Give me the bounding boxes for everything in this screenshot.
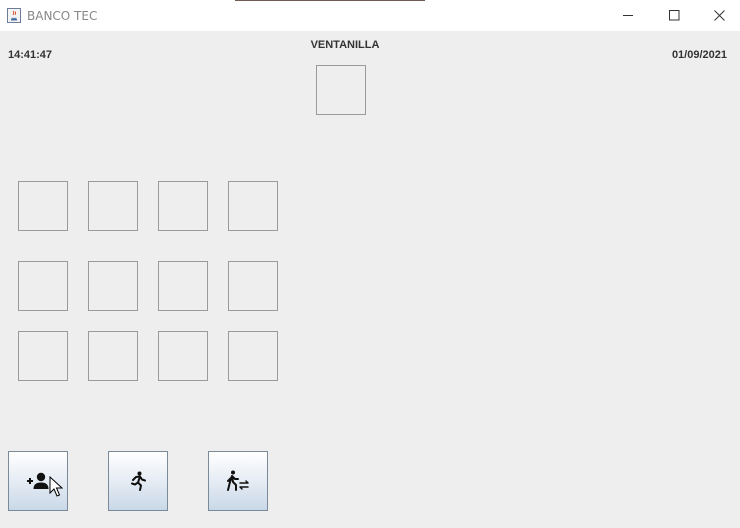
attend-client-button[interactable]: [108, 451, 168, 511]
title-bar[interactable]: BANCO TEC: [0, 0, 740, 31]
ventanilla-slot: [316, 65, 366, 115]
maximize-icon: [668, 10, 679, 21]
minimize-icon: [622, 15, 633, 16]
add-client-button[interactable]: [8, 451, 68, 511]
minimize-button[interactable]: [605, 0, 651, 31]
app-window: BANCO TEC 14:41:47 VENTANILLA 01/09/2021: [0, 0, 740, 528]
transfer-client-button[interactable]: [208, 451, 268, 511]
queue-slot: [88, 181, 138, 231]
current-date: 01/09/2021: [671, 49, 727, 61]
title-bar-accent-line: [235, 0, 425, 1]
walking-transfer-icon: [227, 470, 249, 491]
queue-slot: [88, 331, 138, 381]
queue-slot: [88, 261, 138, 311]
queue-slot: [158, 331, 208, 381]
close-button[interactable]: [696, 0, 740, 31]
queue-slot: [18, 331, 68, 381]
queue-slot: [158, 261, 208, 311]
queue-slot: [228, 261, 278, 311]
add-person-icon: [27, 472, 49, 489]
maximize-button[interactable]: [651, 0, 697, 31]
window-title: BANCO TEC: [27, 9, 98, 23]
ventanilla-label: VENTANILLA: [310, 39, 380, 51]
running-person-icon: [131, 471, 146, 491]
queue-slot: [18, 261, 68, 311]
close-icon: [713, 10, 725, 21]
queue-slot: [18, 181, 68, 231]
java-cup-icon: [7, 8, 21, 23]
queue-slot: [158, 181, 208, 231]
queue-slot: [228, 331, 278, 381]
queue-slot: [228, 181, 278, 231]
